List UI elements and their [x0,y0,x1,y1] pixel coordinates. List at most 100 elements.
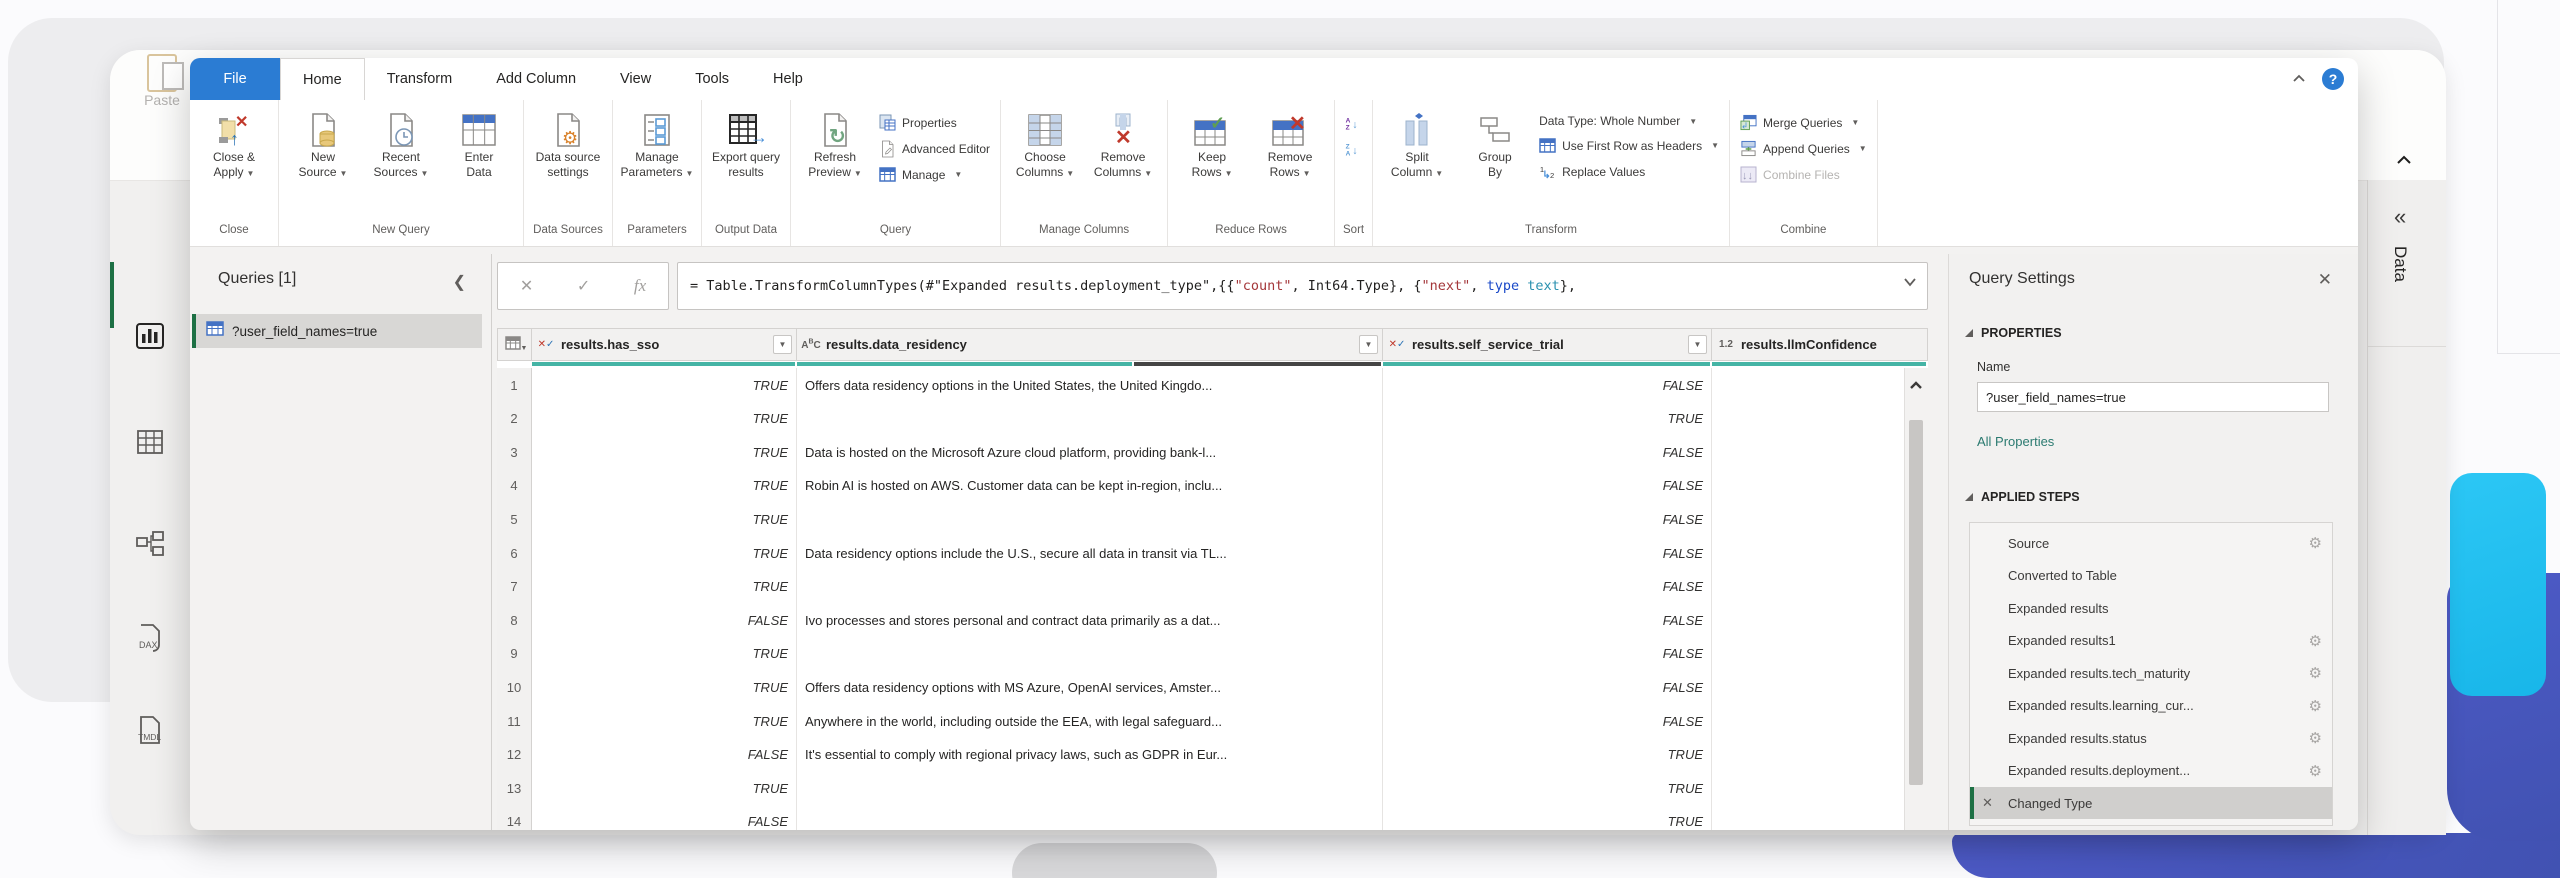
scrollbar-thumb[interactable] [1909,420,1923,785]
filter-icon[interactable]: ▼ [1359,335,1378,354]
nav-tmdl-view-icon[interactable]: TMDL [134,714,166,746]
pane-divider[interactable] [491,254,492,830]
close-settings-icon[interactable]: ✕ [2318,270,2332,290]
nav-report-view-icon[interactable] [134,320,166,352]
cancel-formula-icon[interactable]: ✕ [520,276,533,296]
tab-file[interactable]: File [190,58,280,100]
cell[interactable]: TRUE [532,401,797,436]
nav-model-view-icon[interactable] [134,528,166,560]
filter-icon[interactable]: ▼ [1688,335,1707,354]
sort-az-button[interactable]: A Z ↓ [1341,112,1366,133]
manage-button[interactable]: Manage ▼ [875,164,994,185]
cell[interactable]: FALSE [532,804,797,830]
table-row-13[interactable]: 13 TRUE TRUE [497,771,1928,807]
cell[interactable]: It's essential to comply with regional p… [797,737,1383,772]
refresh-preview-button[interactable]: ↻ Refresh Preview ▼ [797,104,873,181]
cell[interactable]: TRUE [532,502,797,537]
table-row-8[interactable]: 8 FALSE Ivo processes and stores personal … [497,603,1928,639]
cell[interactable]: FALSE [1383,603,1712,638]
cell[interactable]: TRUE [1383,737,1712,772]
gear-icon[interactable]: ⚙ [2309,632,2322,650]
remove-columns-button[interactable]: ✕ Remove Columns ▼ [1085,104,1161,181]
tab-add-column[interactable]: Add Column [474,58,598,100]
applied-steps-section-header[interactable]: APPLIED STEPS [1965,490,2080,504]
cell[interactable] [1712,603,1928,638]
cell[interactable]: TRUE [532,670,797,705]
applied-step-expanded-results-deployment[interactable]: Expanded results.deployment... ⚙ [1970,755,2332,787]
cell[interactable] [1712,468,1928,503]
cell[interactable]: FALSE [1383,636,1712,671]
replace-values-button[interactable]: 1 ↳ 2 Replace Values [1535,161,1723,182]
enter-data-button[interactable]: Enter Data [441,104,517,180]
cell[interactable]: Ivo processes and stores personal and co… [797,603,1383,638]
cell[interactable]: FALSE [1383,569,1712,604]
collapse-queries-icon[interactable]: ❮ [453,272,466,292]
gear-icon[interactable]: ⚙ [2309,664,2322,682]
choose-columns-button[interactable]: Choose Columns ▼ [1007,104,1083,181]
tab-tools[interactable]: Tools [673,58,751,100]
delete-step-icon[interactable]: ✕ [1982,795,1993,811]
split-column-button[interactable]: Split Column ▼ [1379,104,1455,181]
table-row-10[interactable]: 10 TRUE Offers data residency options with… [497,670,1928,706]
data-pane-collapsed[interactable]: « Data [2367,155,2446,835]
cell[interactable]: TRUE [532,536,797,570]
new-source-button[interactable]: New Source ▼ [285,104,361,181]
query-item-user-field-names-true[interactable]: ?user_field_names=true [192,314,482,348]
cell[interactable]: FALSE [1383,468,1712,503]
select-all-header[interactable]: ▼ [497,328,532,361]
cell[interactable] [797,502,1383,537]
table-row-4[interactable]: 4 TRUE Robin AI is hosted on AWS. Customer… [497,468,1928,504]
collapse-ribbon-icon[interactable] [2290,70,2308,88]
commit-formula-icon[interactable]: ✓ [577,276,590,296]
cell[interactable] [797,804,1383,830]
cell[interactable]: FALSE [1383,368,1712,402]
cell[interactable]: FALSE [532,737,797,772]
applied-step-source[interactable]: Source ⚙ [1970,527,2332,559]
cell[interactable] [1712,771,1928,806]
applied-step-expanded-results-status[interactable]: Expanded results.status ⚙ [1970,722,2332,754]
gear-icon[interactable]: ⚙ [2309,534,2322,552]
cell[interactable]: TRUE [532,569,797,604]
table-row-12[interactable]: 12 FALSE It's essential to comply with reg… [497,737,1928,773]
tab-transform[interactable]: Transform [365,58,475,100]
cell[interactable]: TRUE [532,636,797,671]
formula-input[interactable]: = Table.TransformColumnTypes(#"Expanded … [677,262,1928,310]
scroll-up-icon[interactable] [1908,378,1924,394]
expand-formula-icon[interactable] [1903,277,1917,287]
merge-queries-button[interactable]: ↲ Merge Queries ▼ [1736,112,1871,133]
chevron-up-icon[interactable] [2396,154,2412,166]
table-row-11[interactable]: 11 TRUE Anywhere in the world, including o… [497,704,1928,739]
cell[interactable] [797,636,1383,671]
keep-rows-button[interactable]: ✓ Keep Rows ▼ [1174,104,1250,181]
table-row-7[interactable]: 7 TRUE FALSE [497,569,1928,605]
applied-step-expanded-results1[interactable]: Expanded results1 ⚙ [1970,625,2332,657]
cell[interactable]: FALSE [1383,704,1712,738]
cell[interactable] [1712,368,1928,402]
cell[interactable]: TRUE [532,368,797,402]
table-row-5[interactable]: 5 TRUE FALSE [497,502,1928,538]
export-query-results-button[interactable]: → Export query results [708,104,784,180]
filter-icon[interactable]: ▼ [773,335,792,354]
vertical-scrollbar[interactable] [1904,368,1928,830]
data-type-whole-number-button[interactable]: Data Type: Whole Number ▼ [1535,112,1723,130]
cell[interactable] [1712,401,1928,436]
cell[interactable]: TRUE [532,771,797,806]
advanced-editor-button[interactable]: Advanced Editor [875,138,994,159]
cell[interactable]: FALSE [532,603,797,638]
append-queries-button[interactable]: Append Queries ▼ [1736,138,1871,159]
close-apply-button[interactable]: ✕ ↑ Close & Apply ▼ [196,104,272,181]
table-row-1[interactable]: 1 TRUE Offers data residency options in th… [497,368,1928,403]
tab-view[interactable]: View [598,58,673,100]
applied-step-expanded-results-learning-cur[interactable]: Expanded results.learning_cur... ⚙ [1970,690,2332,722]
cell[interactable] [1712,569,1928,604]
cell[interactable]: Data residency options include the U.S.,… [797,536,1383,570]
cell[interactable] [1712,670,1928,705]
cell[interactable]: TRUE [1383,401,1712,436]
manage-parameters-button[interactable]: Manage Parameters ▼ [619,104,695,181]
cell[interactable] [1712,704,1928,738]
gear-icon[interactable]: ⚙ [2309,762,2322,780]
column-header-results-has-sso[interactable]: ✕✓ results.has_sso ▼ [532,328,797,361]
cell[interactable] [1712,502,1928,537]
tab-help[interactable]: Help [751,58,825,100]
column-header-results-data-residency[interactable]: ABC results.data_residency ▼ [797,328,1383,361]
